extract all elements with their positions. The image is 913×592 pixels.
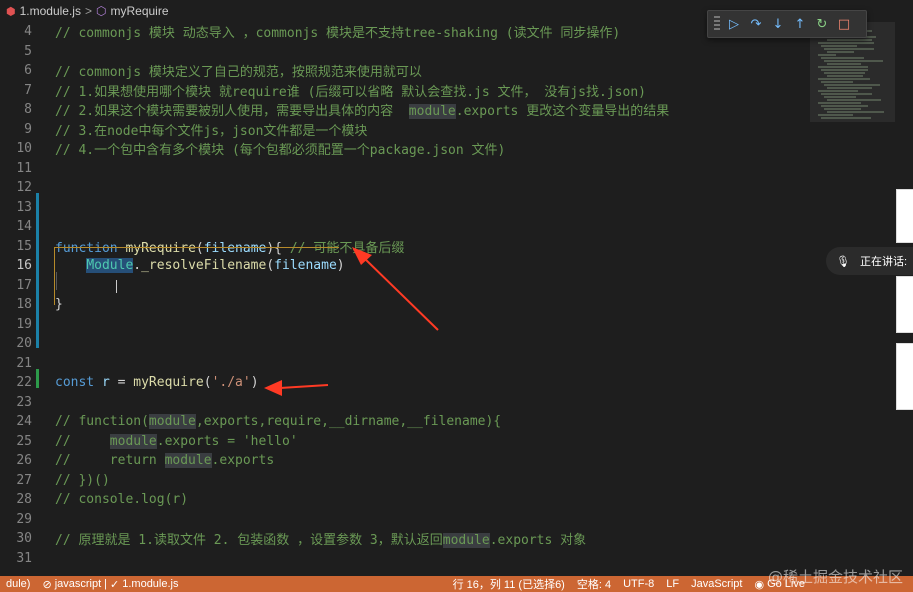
annotation-arrow-line <box>279 384 329 389</box>
status-file-label: 1.module.js <box>122 578 179 590</box>
annotation-arrows <box>264 247 439 396</box>
status-language-badge-label: javascript <box>54 578 102 590</box>
status-language-badge[interactable]: ⊘ javascript | ✓ 1.module.js <box>36 578 184 591</box>
status-encoding[interactable]: UTF-8 <box>617 578 660 590</box>
annotation-arrow-head <box>264 380 282 396</box>
status-left-fragment[interactable]: dule) <box>0 578 36 590</box>
status-separator: | <box>104 578 108 590</box>
status-indent[interactable]: 空格: 4 <box>571 576 617 592</box>
status-cursor-position[interactable]: 行 16，列 11 (已选择6) <box>447 576 571 592</box>
status-language-mode[interactable]: JavaScript <box>685 578 748 590</box>
status-eol[interactable]: LF <box>660 578 685 590</box>
check-icon: ✓ <box>110 578 120 591</box>
broadcast-icon: ◉ <box>754 578 765 591</box>
annotation-arrow-line <box>361 255 439 331</box>
warning-icon: ⊘ <box>42 578 52 591</box>
watermark-text: @稀土掘金技术社区 <box>767 568 903 586</box>
